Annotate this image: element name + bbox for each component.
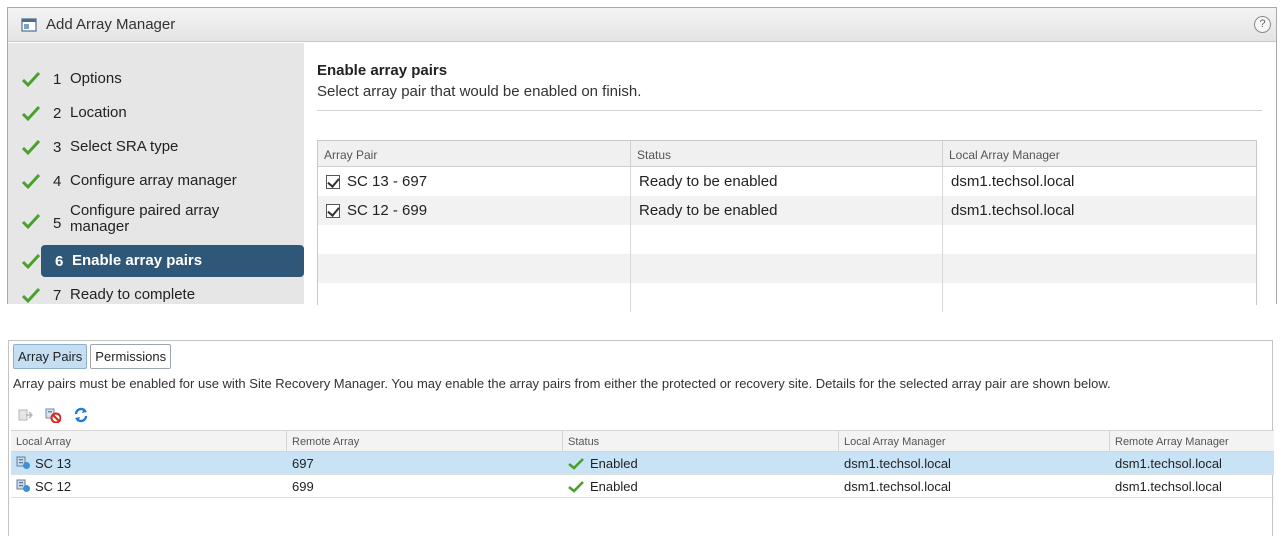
status-text: Enabled [590,478,638,494]
page-subtitle: Select array pair that would be enabled … [317,83,1262,111]
column-header-local-array-manager[interactable]: Local Array Manager [839,431,1110,451]
step-label: Location [70,104,127,121]
step-number: 1 [53,70,62,88]
check-icon [21,213,41,230]
enable-checkbox[interactable] [326,174,340,189]
wizard-title: Add Array Manager [46,16,176,33]
column-header-remote-array[interactable]: Remote Array [287,431,563,451]
enable-checkbox[interactable] [326,203,340,218]
step-configure-array-manager[interactable]: 4 Configure array manager [8,164,304,198]
step-number: 6 [55,252,64,270]
step-number: 5 [53,215,62,232]
step-label: Ready to complete [70,286,196,303]
status-cell: Enabled [563,475,839,497]
check-icon [21,105,41,122]
wizard-steps: 1 Options 2 Location 3 Select SRA type 4… [8,43,304,304]
manager-cell: dsm1.techsol.local [951,173,1075,190]
local-array-manager-cell: dsm1.techsol.local [844,455,951,471]
status-cell: Ready to be enabled [631,167,943,196]
column-header-status[interactable]: Status [563,431,839,451]
empty-row [318,283,1256,312]
remote-array-manager-cell: dsm1.techsol.local [1115,478,1222,494]
check-icon [21,71,41,88]
step-ready-to-complete[interactable]: 7 Ready to complete [8,278,304,312]
step-label: Configure paired array manager [70,202,220,235]
array-pair-icon [16,479,30,492]
toolbar [17,407,89,423]
check-icon [568,457,584,470]
check-icon [568,480,584,493]
array-pairs-table: Local Array Remote Array Status Local Ar… [11,430,1274,498]
wizard-content: Enable array pairs Select array pair tha… [317,43,1262,312]
table-row[interactable]: SC 12 699 Enabled dsm1.techsol.local dsm… [11,475,1274,498]
tab-array-pairs[interactable]: Array Pairs [13,344,88,369]
table-row[interactable]: SC 13 - 697 Ready to be enabled dsm1.tec… [318,167,1256,196]
wizard-window-icon [21,17,37,32]
add-array-manager-wizard: Add Array Manager ? 1 Options 2 Location… [7,7,1277,312]
step-number: 4 [53,172,62,190]
table-header: Local Array Remote Array Status Local Ar… [11,430,1274,452]
step-number: 2 [53,104,62,122]
array-pairs-description: Array pairs must be enabled for use with… [13,376,1111,391]
table-row[interactable]: SC 12 - 699 Ready to be enabled dsm1.tec… [318,196,1256,225]
empty-row [318,225,1256,254]
wizard-header: Add Array Manager ? [8,8,1276,42]
local-array-name: SC 12 [35,478,72,494]
status-cell: Enabled [563,452,839,474]
status-text: Enabled [590,455,638,471]
step-configure-paired-array-manager[interactable]: 5 Configure paired array manager [8,198,304,244]
remote-array-manager-cell: dsm1.techsol.local [1115,455,1222,471]
step-label: Options [70,70,122,87]
local-array-cell: SC 12 [11,475,287,497]
remote-array-cell: 699 [292,478,314,494]
array-pair-name: SC 13 - 697 [347,173,428,190]
local-array-name: SC 13 [35,455,72,471]
column-header-local-array[interactable]: Local Array [11,431,287,451]
grid-header: Array Pair Status Local Array Manager [318,141,1256,167]
array-pair-cell: SC 13 - 697 [318,167,631,196]
column-header-array-pair[interactable]: Array Pair [318,141,631,166]
array-pairs-panel: Array Pairs Permissions Array pairs must… [8,340,1274,536]
check-icon [21,173,41,190]
step-number: 7 [53,286,62,304]
disable-pair-icon[interactable] [45,407,61,423]
step-options[interactable]: 1 Options [8,62,304,96]
tab-permissions[interactable]: Permissions [90,344,172,369]
empty-row [318,254,1256,283]
page-title: Enable array pairs [317,62,448,79]
array-pair-grid: Array Pair Status Local Array Manager SC… [317,140,1257,312]
check-icon [21,287,41,304]
remote-array-cell: 697 [292,455,314,471]
step-location[interactable]: 2 Location [8,96,304,130]
enable-pair-icon[interactable] [17,407,33,423]
table-row[interactable]: SC 13 697 Enabled dsm1.techsol.local dsm… [11,452,1274,475]
array-pair-cell: SC 12 - 699 [318,196,631,225]
step-enable-array-pairs[interactable]: 6 Enable array pairs [8,244,304,278]
local-array-cell: SC 13 [11,452,287,474]
step-label: Select SRA type [70,138,179,155]
help-icon[interactable]: ? [1254,16,1271,33]
step-number: 3 [53,138,62,156]
step-label: Configure array manager [70,172,237,189]
array-pair-icon [16,456,30,469]
column-header-remote-array-manager[interactable]: Remote Array Manager [1110,431,1274,451]
local-array-manager-cell: dsm1.techsol.local [844,478,951,494]
check-icon [21,139,41,156]
column-header-local-array-manager[interactable]: Local Array Manager [943,141,1256,166]
tab-bar: Array Pairs Permissions [13,344,174,369]
refresh-icon[interactable] [73,407,89,423]
check-icon [21,253,41,270]
status-cell: Ready to be enabled [631,196,943,225]
column-header-status[interactable]: Status [631,141,943,166]
step-label: Enable array pairs [72,252,203,269]
step-select-sra-type[interactable]: 3 Select SRA type [8,130,304,164]
manager-cell: dsm1.techsol.local [951,202,1075,219]
array-pair-name: SC 12 - 699 [347,202,428,219]
